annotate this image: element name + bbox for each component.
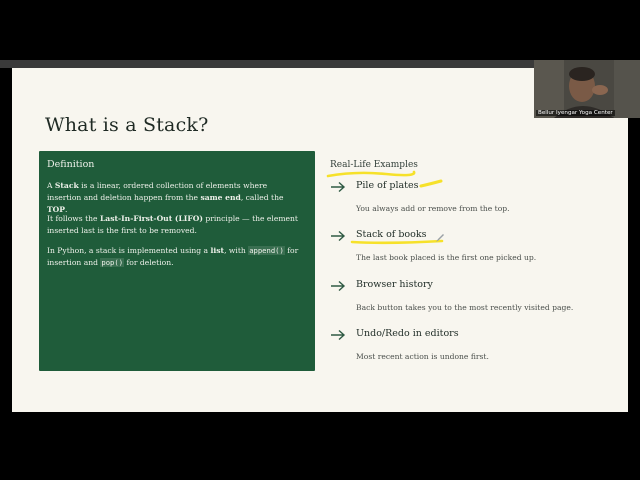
definition-paragraph-3: In Python, a stack is implemented using … — [47, 246, 299, 267]
slide-title: What is a Stack? — [45, 114, 209, 136]
example-desc: Most recent action is undone first. — [356, 352, 489, 361]
example-desc: Back button takes you to the most recent… — [356, 303, 574, 312]
example-title: Stack of books — [356, 229, 427, 240]
definition-paragraph-2: It follows the Last-In-First-Out (LIFO) … — [47, 214, 298, 235]
examples-heading: Real-Life Examples — [330, 160, 418, 170]
definition-heading: Definition — [47, 159, 95, 170]
arrow-right-icon — [331, 329, 346, 341]
webcam-video-tile[interactable]: Bellur Iyengar Yoga Center — [534, 60, 640, 118]
arrow-right-icon — [331, 230, 346, 242]
code-pop: pop() — [100, 258, 125, 267]
definition-paragraph-1: A Stack is a linear, ordered collection … — [47, 181, 284, 214]
webcam-name-label: Bellur Iyengar Yoga Center — [536, 110, 615, 116]
example-title: Undo/Redo in editors — [356, 328, 459, 339]
example-title: Browser history — [356, 279, 433, 290]
code-append: append() — [248, 246, 285, 255]
example-desc: You always add or remove from the top. — [356, 204, 510, 213]
highlight-stroke-plates — [419, 179, 443, 188]
presentation-slide: What is a Stack? Definition A Stack is a… — [12, 68, 628, 412]
example-desc: The last book placed is the first one pi… — [356, 253, 537, 262]
arrow-right-icon — [331, 280, 346, 292]
pen-cursor-icon — [436, 234, 444, 242]
definition-card: Definition A Stack is a linear, ordered … — [39, 151, 315, 371]
arrow-right-icon — [331, 181, 346, 193]
example-title: Pile of plates — [356, 180, 419, 191]
